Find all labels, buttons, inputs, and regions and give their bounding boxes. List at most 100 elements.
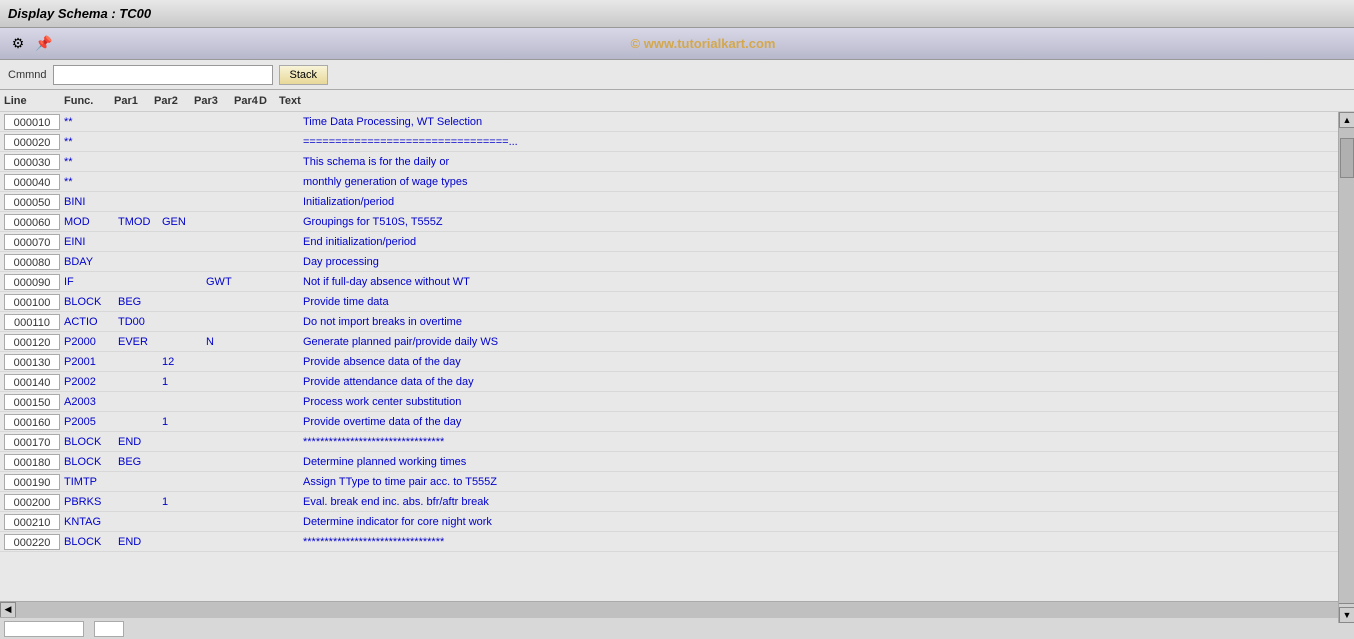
cell-text: Determine planned working times bbox=[303, 456, 1334, 468]
table-row[interactable]: 000090 IF GWT Not if full-day absence wi… bbox=[0, 272, 1338, 292]
line-box: 000050 bbox=[4, 194, 60, 210]
line-box: 000090 bbox=[4, 274, 60, 290]
cell-text: This schema is for the daily or bbox=[303, 156, 1334, 168]
cell-line: 000170 bbox=[4, 434, 64, 450]
cell-func: ** bbox=[64, 116, 114, 128]
cell-text: ********************************* bbox=[303, 536, 1334, 548]
cell-line: 000110 bbox=[4, 314, 64, 330]
cell-line: 000100 bbox=[4, 294, 64, 310]
table-row[interactable]: 000160 P2005 1 Provide overtime data of … bbox=[0, 412, 1338, 432]
line-box: 000020 bbox=[4, 134, 60, 150]
cell-line: 000030 bbox=[4, 154, 64, 170]
cell-text: End initialization/period bbox=[303, 236, 1334, 248]
table-row[interactable]: 000080 BDAY Day processing bbox=[0, 252, 1338, 272]
cell-func: MOD bbox=[64, 216, 114, 228]
cell-line: 000190 bbox=[4, 474, 64, 490]
cell-func: A2003 bbox=[64, 396, 114, 408]
table-row[interactable]: 000210 KNTAG Determine indicator for cor… bbox=[0, 512, 1338, 532]
line-box: 000180 bbox=[4, 454, 60, 470]
scroll-h-track[interactable] bbox=[16, 602, 1338, 618]
line-box: 000080 bbox=[4, 254, 60, 270]
cell-func: BLOCK bbox=[64, 456, 114, 468]
bottom-scrollbar[interactable]: ◀ ▶ bbox=[0, 601, 1354, 617]
line-box: 000070 bbox=[4, 234, 60, 250]
title-text: Display Schema : TC00 bbox=[8, 6, 151, 21]
table-row[interactable]: 000070 EINI End initialization/period bbox=[0, 232, 1338, 252]
cell-line: 000080 bbox=[4, 254, 64, 270]
cell-par2: 1 bbox=[162, 496, 202, 508]
table-row[interactable]: 000020 ** ==============================… bbox=[0, 132, 1338, 152]
cell-line: 000200 bbox=[4, 494, 64, 510]
table-row[interactable]: 000110 ACTIO TD00 Do not import breaks i… bbox=[0, 312, 1338, 332]
cell-func: BLOCK bbox=[64, 296, 114, 308]
cell-func: ** bbox=[64, 136, 114, 148]
cell-text: Assign TType to time pair acc. to T555Z bbox=[303, 476, 1334, 488]
cell-par3: N bbox=[206, 336, 246, 348]
stack-button[interactable]: Stack bbox=[279, 65, 329, 85]
cell-text: Do not import breaks in overtime bbox=[303, 316, 1334, 328]
scroll-up-button[interactable]: ▲ bbox=[1339, 112, 1354, 128]
table-row[interactable]: 000120 P2000 EVER N Generate planned pai… bbox=[0, 332, 1338, 352]
cell-line: 000040 bbox=[4, 174, 64, 190]
col-par2-header: Par2 bbox=[154, 95, 194, 107]
line-box: 000010 bbox=[4, 114, 60, 130]
table-row[interactable]: 000220 BLOCK END ***********************… bbox=[0, 532, 1338, 552]
table-row[interactable]: 000190 TIMTP Assign TType to time pair a… bbox=[0, 472, 1338, 492]
command-label: Cmmnd bbox=[8, 69, 47, 81]
cell-func: P2001 bbox=[64, 356, 114, 368]
cell-text: Process work center substitution bbox=[303, 396, 1334, 408]
cell-par3: GWT bbox=[206, 276, 246, 288]
table-row[interactable]: 000140 P2002 1 Provide attendance data o… bbox=[0, 372, 1338, 392]
cell-func: EINI bbox=[64, 236, 114, 248]
cell-par1: BEG bbox=[118, 296, 158, 308]
cell-line: 000060 bbox=[4, 214, 64, 230]
cell-func: P2000 bbox=[64, 336, 114, 348]
cell-text: Determine indicator for core night work bbox=[303, 516, 1334, 528]
line-box: 000170 bbox=[4, 434, 60, 450]
cell-func: BINI bbox=[64, 196, 114, 208]
command-input[interactable] bbox=[53, 65, 273, 85]
col-d-header: D bbox=[259, 95, 279, 107]
table-row[interactable]: 000060 MOD TMOD GEN Groupings for T510S,… bbox=[0, 212, 1338, 232]
table-row[interactable]: 000030 ** This schema is for the daily o… bbox=[0, 152, 1338, 172]
cell-line: 000050 bbox=[4, 194, 64, 210]
table-row[interactable]: 000150 A2003 Process work center substit… bbox=[0, 392, 1338, 412]
scroll-down-button[interactable]: ▼ bbox=[1339, 607, 1354, 623]
cell-func: PBRKS bbox=[64, 496, 114, 508]
cell-par2: GEN bbox=[162, 216, 202, 228]
table-row[interactable]: 000010 ** Time Data Processing, WT Selec… bbox=[0, 112, 1338, 132]
cell-par1: BEG bbox=[118, 456, 158, 468]
cell-text: Not if full-day absence without WT bbox=[303, 276, 1334, 288]
settings-icon[interactable]: ⚙ bbox=[8, 34, 28, 54]
table-row[interactable]: 000180 BLOCK BEG Determine planned worki… bbox=[0, 452, 1338, 472]
cell-text: Provide attendance data of the day bbox=[303, 376, 1334, 388]
bottom-cell-2 bbox=[94, 621, 124, 637]
table-row[interactable]: 000130 P2001 12 Provide absence data of … bbox=[0, 352, 1338, 372]
line-box: 000130 bbox=[4, 354, 60, 370]
line-box: 000040 bbox=[4, 174, 60, 190]
cell-func: BLOCK bbox=[64, 536, 114, 548]
cell-func: P2002 bbox=[64, 376, 114, 388]
table-row[interactable]: 000050 BINI Initialization/period bbox=[0, 192, 1338, 212]
cell-par1: EVER bbox=[118, 336, 158, 348]
table-row[interactable]: 000200 PBRKS 1 Eval. break end inc. abs.… bbox=[0, 492, 1338, 512]
cell-line: 000020 bbox=[4, 134, 64, 150]
scroll-left-button[interactable]: ◀ bbox=[0, 602, 16, 618]
col-par1-header: Par1 bbox=[114, 95, 154, 107]
cell-func: KNTAG bbox=[64, 516, 114, 528]
line-box: 000060 bbox=[4, 214, 60, 230]
pin-icon[interactable]: 📌 bbox=[34, 34, 54, 54]
scroll-thumb[interactable] bbox=[1340, 138, 1354, 178]
cell-text: ********************************* bbox=[303, 436, 1334, 448]
cell-func: TIMTP bbox=[64, 476, 114, 488]
cell-line: 000210 bbox=[4, 514, 64, 530]
vertical-scrollbar[interactable]: ▲ ▼ bbox=[1338, 112, 1354, 623]
bottom-row bbox=[0, 617, 1354, 639]
cell-func: P2005 bbox=[64, 416, 114, 428]
table-row[interactable]: 000170 BLOCK END ***********************… bbox=[0, 432, 1338, 452]
scroll-track[interactable] bbox=[1339, 128, 1354, 603]
cell-par1: TMOD bbox=[118, 216, 158, 228]
line-box: 000140 bbox=[4, 374, 60, 390]
table-row[interactable]: 000040 ** monthly generation of wage typ… bbox=[0, 172, 1338, 192]
table-row[interactable]: 000100 BLOCK BEG Provide time data bbox=[0, 292, 1338, 312]
